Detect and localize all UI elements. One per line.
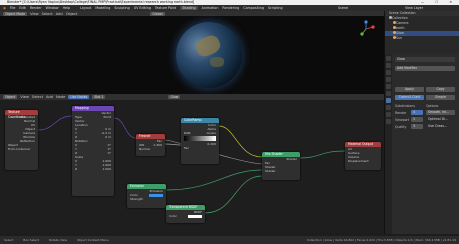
apply-button[interactable]: Apply bbox=[395, 87, 424, 92]
scene-selector[interactable]: Scene bbox=[338, 6, 348, 10]
menu-help[interactable]: Help bbox=[63, 6, 71, 10]
use-nodes-checkbox[interactable]: Use Nodes bbox=[68, 95, 90, 99]
modifier-tab-icon[interactable] bbox=[386, 98, 391, 103]
copy-button[interactable]: Copy bbox=[426, 87, 455, 92]
tab-sculpting[interactable]: Sculpting bbox=[114, 6, 129, 10]
node-texture-coordinate[interactable]: Texture Coordinate Generated Normal UV O… bbox=[5, 110, 38, 170]
viewport-menu-select[interactable]: Select bbox=[42, 12, 53, 16]
tab-uv-editing[interactable]: UV Editing bbox=[134, 6, 151, 10]
menu-file[interactable]: File bbox=[10, 6, 16, 10]
render-levels-label: Render bbox=[395, 111, 407, 115]
node-editor-canvas[interactable]: Texture Coordinate Generated Normal UV O… bbox=[0, 100, 384, 233]
color-ramp-gradient[interactable] bbox=[184, 136, 216, 141]
socket-label: Fac bbox=[184, 146, 189, 150]
socket-label: Strength bbox=[130, 197, 143, 201]
optimal-display-checkbox[interactable]: Optimal Di... bbox=[426, 117, 455, 122]
node-transparent-bsdf[interactable]: Transparent BSDF BSDF Color bbox=[166, 205, 205, 223]
scene-statistics: Collection | Glow | Verts:16,802 | Faces… bbox=[306, 238, 456, 242]
material-name-field[interactable]: Glow bbox=[168, 95, 181, 99]
window-title: Blender* [C:\Users\Ryan Vaplus\Desktop\C… bbox=[7, 0, 195, 4]
node-colorramp[interactable]: ColorRamp Color Alpha RGB Linear 0.200 Fa… bbox=[181, 118, 219, 164]
output-tab-icon[interactable] bbox=[386, 70, 391, 75]
tool-tab-icon[interactable] bbox=[386, 56, 391, 61]
navigation-gizmo-icon[interactable] bbox=[356, 19, 376, 39]
viewport-menu-object[interactable]: Object bbox=[66, 12, 78, 16]
viewport-menu-view[interactable]: View bbox=[30, 12, 39, 16]
node-emission[interactable]: Emission Emission Color Strength bbox=[127, 184, 166, 208]
tab-scripting[interactable]: Scripting bbox=[268, 6, 283, 10]
status-bar: Select Box Select Rotate View Object Con… bbox=[0, 236, 459, 244]
transform-orientation-dropdown[interactable]: Global bbox=[150, 11, 165, 16]
view-layer-selector[interactable]: View Layer bbox=[405, 6, 423, 10]
socket-label: Shader bbox=[265, 169, 276, 173]
status-hint-box-select: Box Select bbox=[23, 238, 40, 242]
simple-button[interactable]: Simple bbox=[426, 95, 455, 100]
scale-z-field[interactable]: Z 1.000 bbox=[72, 167, 114, 171]
node-fresnel[interactable]: Fresnel Fac IOR 1.450 Normal bbox=[136, 134, 165, 156]
transparent-color-field[interactable]: Color bbox=[166, 214, 205, 218]
tab-compositing[interactable]: Compositing bbox=[243, 6, 264, 10]
viewport-levels-field[interactable]: 1 bbox=[411, 117, 423, 122]
material-tab-icon[interactable] bbox=[386, 119, 391, 124]
earth-land-mass bbox=[210, 57, 224, 67]
tab-shading[interactable]: Shading bbox=[180, 6, 198, 10]
scene-tab-icon[interactable] bbox=[386, 77, 391, 82]
render-tab-icon[interactable] bbox=[386, 63, 391, 68]
render-levels-field[interactable]: 4 bbox=[411, 110, 423, 115]
menu-edit[interactable]: Edit bbox=[19, 6, 25, 10]
node-mapping[interactable]: Mapping Vector Type Point Vector Location… bbox=[72, 106, 114, 196]
ramp-mode-dropdowns[interactable]: RGB Linear bbox=[181, 131, 219, 135]
options-label: Options bbox=[426, 104, 439, 108]
status-hint-context-menu: Object Context Menu bbox=[76, 238, 109, 242]
tab-rendering[interactable]: Rendering bbox=[222, 6, 239, 10]
subdivisions-label: Subdivisions bbox=[395, 104, 415, 108]
object-mode-dropdown[interactable]: Object Mode bbox=[3, 11, 28, 16]
object-name-field[interactable]: Glow bbox=[395, 57, 455, 62]
physics-tab-icon[interactable] bbox=[386, 112, 391, 117]
node-menu-add[interactable]: Add bbox=[46, 95, 53, 99]
menu-render[interactable]: Render bbox=[30, 6, 42, 10]
status-hint-rotate: Rotate View bbox=[49, 238, 67, 242]
tab-layout[interactable]: Layout bbox=[80, 6, 91, 10]
tab-animation[interactable]: Animation bbox=[202, 6, 219, 10]
use-creases-checkbox[interactable]: Use Creas... bbox=[426, 124, 455, 129]
node-mix-shader[interactable]: Mix Shader Shader Fac Shader Shader bbox=[262, 152, 300, 180]
tab-texture-paint[interactable]: Texture Paint bbox=[155, 6, 176, 10]
properties-panel: Glow Add Modifier Apply Copy Catmull-Cla… bbox=[384, 54, 459, 234]
material-slot-dropdown[interactable]: Slot 1 bbox=[92, 95, 106, 99]
quality-field[interactable]: 3 bbox=[411, 124, 423, 129]
node-menu-view[interactable]: View bbox=[20, 95, 29, 99]
particles-tab-icon[interactable] bbox=[386, 105, 391, 110]
world-tab-icon[interactable] bbox=[386, 84, 391, 89]
outliner-title: Scene Collection bbox=[389, 11, 416, 15]
quality-label: Quality bbox=[395, 125, 407, 129]
menu-window[interactable]: Window bbox=[46, 6, 59, 10]
node-material-output[interactable]: Material Output All Surface Volume Displ… bbox=[345, 142, 381, 170]
blender-logo-icon[interactable]: ◉ bbox=[3, 6, 6, 10]
catmull-clark-button[interactable]: Catmull-Clark bbox=[395, 95, 424, 100]
viewport-menu-add[interactable]: Add bbox=[56, 12, 63, 16]
status-hint-select: Select bbox=[4, 238, 14, 242]
viewport-levels-label: Viewport bbox=[395, 118, 410, 122]
tab-modeling[interactable]: Modeling bbox=[95, 6, 110, 10]
socket-label: Displacement bbox=[348, 159, 369, 163]
outliner-panel: Scene Collection Collection Camera earth… bbox=[384, 11, 459, 54]
outliner-item[interactable]: Sun bbox=[385, 36, 459, 41]
from-instancer-checkbox[interactable]: From Instancer bbox=[5, 147, 38, 151]
node-menu-node[interactable]: Node bbox=[56, 95, 65, 99]
viewport-header: Object Mode View Select Add Object Globa… bbox=[0, 11, 384, 16]
object-tab-icon[interactable] bbox=[386, 91, 391, 96]
add-modifier-button[interactable]: Add Modifier bbox=[395, 66, 455, 71]
socket-label: Normal bbox=[139, 147, 150, 151]
properties-tabs bbox=[385, 54, 392, 234]
node-editor-type-dropdown[interactable]: Object bbox=[3, 95, 18, 99]
node-menu-select[interactable]: Select bbox=[32, 95, 43, 99]
quality-option-dropdown[interactable]: Smooth, ke... bbox=[426, 110, 455, 115]
3d-viewport[interactable]: Object Mode View Select Add Object Globa… bbox=[0, 11, 384, 94]
